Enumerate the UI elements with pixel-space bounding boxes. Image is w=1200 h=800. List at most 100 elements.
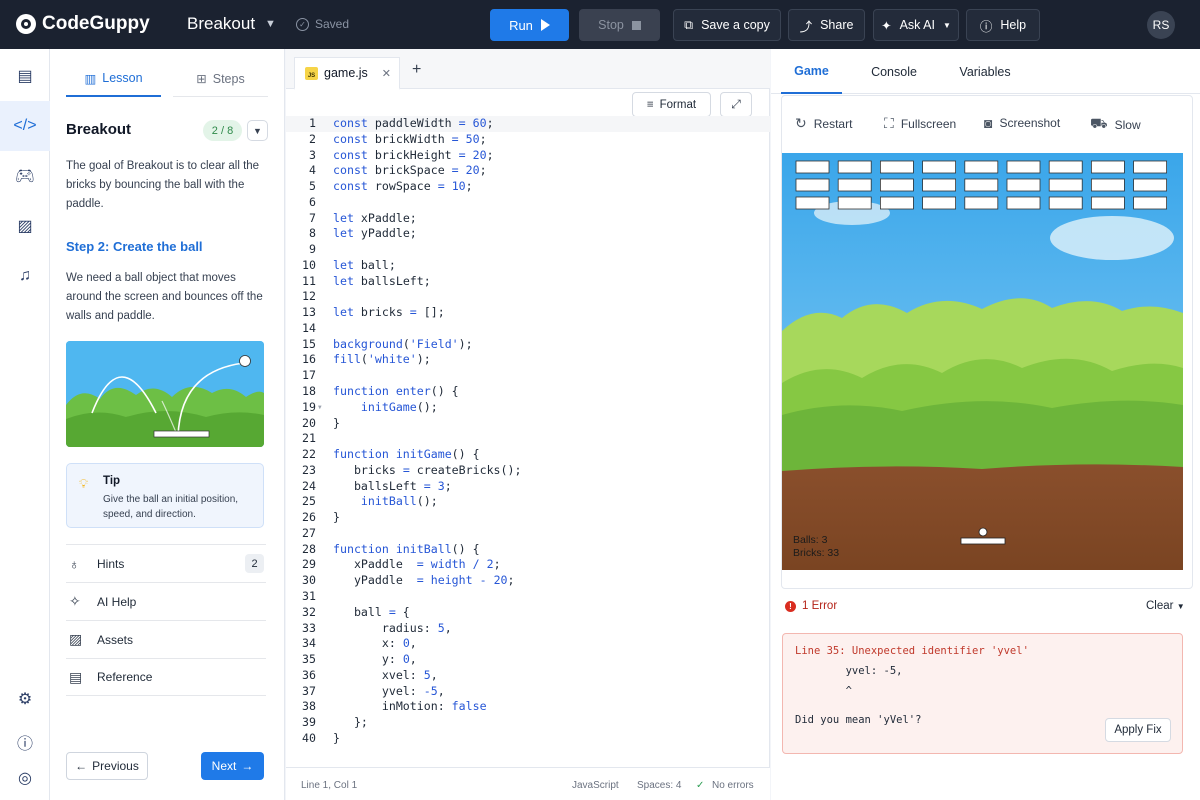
code-line[interactable]: 4 const brickSpace = 20; (286, 163, 770, 179)
editor-tabs: JS game.js ✕ + (286, 49, 770, 90)
stop-button[interactable]: Stop (579, 9, 660, 41)
hints-label: Hints (97, 556, 125, 571)
line-number: 37 (302, 683, 316, 698)
code-line[interactable]: 3 const brickHeight = 20; (286, 148, 770, 164)
code-line[interactable]: 13 let bricks = []; (286, 305, 770, 321)
game-scene (782, 153, 1183, 570)
lesson-row-assets[interactable]: ▨ Assets (66, 620, 266, 658)
code-line[interactable]: 1 const paddleWidth = 60; (286, 116, 770, 132)
lesson-row-reference[interactable]: ▤ Reference (66, 658, 266, 696)
fullscreen-button[interactable]: ⛶ Fullscreen (884, 115, 956, 132)
error-summary[interactable]: ! 1 Error (785, 600, 837, 612)
add-file-icon[interactable]: + (412, 61, 421, 79)
restart-button[interactable]: ↻ Restart (795, 115, 852, 132)
line-number: 31 (302, 588, 316, 603)
code-line[interactable]: 7 let xPaddle; (286, 211, 770, 227)
music-icon[interactable]: ♫ (0, 251, 50, 301)
code-line[interactable]: 6 (286, 195, 770, 211)
code-line[interactable]: 2 const brickWidth = 50; (286, 132, 770, 148)
expand-icon[interactable]: ⤢ (720, 92, 752, 117)
brick (795, 178, 830, 192)
save-copy-button[interactable]: ⧉ Save a copy (673, 9, 781, 41)
target-icon[interactable]: ◎ (0, 753, 50, 800)
file-tab-game-js[interactable]: JS game.js ✕ (294, 57, 400, 90)
code-line[interactable]: 17 (286, 368, 770, 384)
tab-lesson[interactable]: ▥ Lesson (66, 61, 161, 97)
format-button[interactable]: ≡ Format (632, 92, 711, 117)
document-icon: ▤ (69, 668, 83, 685)
code-line[interactable]: 19 ▼ initGame(); (286, 400, 770, 416)
brick (1048, 160, 1083, 174)
code-line[interactable]: 9 (286, 242, 770, 258)
code-area[interactable]: 1 const paddleWidth = 60; 2 const brickWidt… (286, 116, 770, 747)
code-line[interactable]: 15 background('Field'); (286, 337, 770, 353)
image-icon: ▨ (69, 631, 83, 647)
avatar[interactable]: RS (1147, 11, 1175, 39)
code-line[interactable]: 37 yvel: -5, (286, 684, 770, 700)
code-line[interactable]: 32 ball = { (286, 605, 770, 621)
code-line[interactable]: 40} (286, 731, 770, 747)
code-line[interactable]: 14 (286, 321, 770, 337)
code-line[interactable]: 20} (286, 416, 770, 432)
code-line[interactable]: 39 }; (286, 715, 770, 731)
logo[interactable]: CodeGuppy (16, 13, 150, 35)
code-line[interactable]: 18 function enter() { (286, 384, 770, 400)
screenshot-button[interactable]: ◙ Screenshot (984, 115, 1060, 131)
tab-game[interactable]: Game (781, 49, 842, 94)
code-line[interactable]: 33 radius: 5, (286, 621, 770, 637)
help-label: Help (1000, 18, 1027, 32)
lesson-row-ai-help[interactable]: ✧ AI Help (66, 582, 266, 620)
tip-body: Give the ball an initial position, speed… (103, 494, 239, 520)
code-line[interactable]: 16 fill('white'); (286, 352, 770, 368)
code-line[interactable]: 26} (286, 510, 770, 526)
code-line[interactable]: 38 inMotion: false (286, 699, 770, 715)
language-indicator[interactable]: JavaScript (572, 780, 619, 791)
code-line[interactable]: 29 xPaddle = width / 2; (286, 557, 770, 573)
code-line[interactable]: 11 let ballsLeft; (286, 274, 770, 290)
image-icon[interactable]: ▨ (0, 201, 50, 251)
code-line[interactable]: 22 function initGame() { (286, 447, 770, 463)
project-name-dropdown[interactable]: Breakout ▼ (187, 14, 276, 34)
code-line[interactable]: 25 initBall(); (286, 494, 770, 510)
code-line[interactable]: 10 let ball; (286, 258, 770, 274)
tab-console[interactable]: Console (863, 49, 925, 94)
progress-badge: 2 / 8 (203, 120, 242, 141)
share-button[interactable]: ⤴ Share (788, 9, 865, 41)
code-line[interactable]: 30 yPaddle = height - 20; (286, 573, 770, 589)
code-line[interactable]: 35 y: 0, (286, 652, 770, 668)
lesson-doc-icon[interactable]: ▤ (0, 51, 50, 101)
code-line[interactable]: 5 const rowSpace = 10; (286, 179, 770, 195)
chevron-down-icon[interactable]: ▼ (247, 120, 268, 141)
indentation-indicator[interactable]: Spaces: 4 (637, 780, 681, 791)
tab-steps[interactable]: ⊞ Steps (173, 61, 268, 97)
next-button[interactable]: Next → (201, 752, 264, 780)
previous-button[interactable]: ← Previous (66, 752, 148, 780)
ask-ai-button[interactable]: ✦ Ask AI ▼ (873, 9, 959, 41)
gamepad-icon[interactable]: 🎮︎ (0, 151, 50, 201)
code-icon[interactable]: </> (0, 101, 50, 151)
clear-button[interactable]: Clear ▼ (1146, 600, 1185, 612)
run-button[interactable]: Run (490, 9, 569, 41)
code-line[interactable]: 28 function initBall() { (286, 542, 770, 558)
code-line[interactable]: 12 (286, 289, 770, 305)
code-line[interactable]: 27 (286, 526, 770, 542)
code-text: function enter() { (333, 384, 459, 399)
apply-fix-button[interactable]: Apply Fix (1105, 718, 1171, 742)
code-line[interactable]: 34 x: 0, (286, 636, 770, 652)
code-line[interactable]: 24 ballsLeft = 3; (286, 479, 770, 495)
game-canvas[interactable]: Balls: 3 Bricks: 33 (782, 153, 1183, 570)
error-line-3: ^ (795, 685, 852, 697)
tab-variables[interactable]: Variables (954, 49, 1016, 94)
help-button[interactable]: ⓘ Help (966, 9, 1040, 41)
code-line[interactable]: 21 (286, 431, 770, 447)
brick (837, 160, 872, 174)
code-line[interactable]: 23 bricks = createBricks(); (286, 463, 770, 479)
lesson-row-hints[interactable]: ♁ Hints 2 (66, 544, 266, 582)
slow-button[interactable]: ⛟ Slow (1090, 115, 1141, 134)
code-line[interactable]: 8 let yPaddle; (286, 226, 770, 242)
close-icon[interactable]: ✕ (382, 67, 391, 80)
brick (1133, 178, 1168, 192)
fold-icon[interactable]: ▼ (318, 400, 322, 416)
code-line[interactable]: 36 xvel: 5, (286, 668, 770, 684)
code-line[interactable]: 31 (286, 589, 770, 605)
